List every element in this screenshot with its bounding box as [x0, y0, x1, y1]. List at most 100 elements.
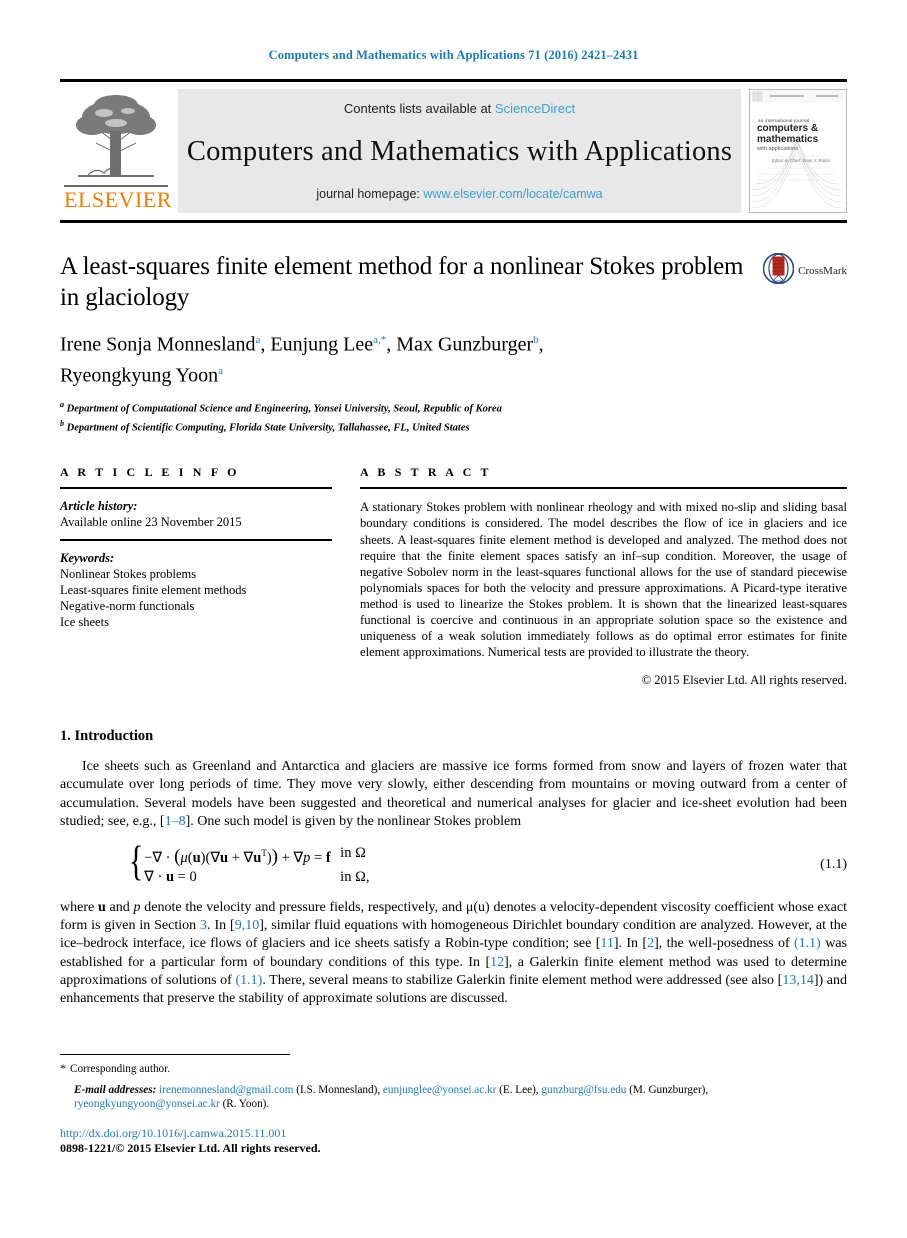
citation-9-10[interactable]: 9,10 [235, 918, 260, 933]
email-name-yoon: (R. Yoon). [222, 1098, 270, 1111]
author-4: Ryeongkyung Yoon [60, 364, 219, 387]
doi-line: http://dx.doi.org/10.1016/j.camwa.2015.1… [60, 1126, 847, 1141]
elsevier-tree-icon [64, 91, 168, 179]
running-head: Computers and Mathematics with Applicati… [268, 48, 639, 62]
affiliation-b-marker: b [60, 418, 64, 428]
abstract-column: A B S T R A C T A stationary Stokes prob… [360, 465, 847, 688]
equation-1-1-row: { −∇ · (μ(u)(∇u + ∇uT)) + ∇p = f in Ω ∇ … [60, 839, 847, 887]
crossmark-icon [762, 252, 795, 289]
symbol-p: p [133, 899, 141, 915]
crossmark-label: CrossMark [798, 265, 847, 277]
author-1-affil-marker: a [255, 334, 261, 346]
corresponding-author-text: Corresponding author. [70, 1063, 171, 1076]
keyword-item: Least-squares finite element methods [60, 583, 247, 598]
corresponding-author-note: * Corresponding author. [60, 1061, 847, 1077]
equation-transpose-sup: T [261, 848, 267, 859]
intro-p2-part-l: . There, several means to stabilize Gale… [262, 972, 783, 988]
keywords-label: Keywords: [60, 551, 115, 566]
email-name-monnesland: (I.S. Monnesland), [296, 1083, 381, 1096]
asterisk-marker: * [60, 1061, 66, 1076]
link-section-3[interactable]: 3 [200, 918, 207, 933]
affiliation-list: a Department of Computational Science an… [60, 398, 847, 435]
article-info-column: A R T I C L E I N F O Article history: A… [60, 465, 332, 688]
footnote-rule [60, 1054, 290, 1056]
equation-line-1-lhs: −∇ · (μ(u)(∇u + ∇uT)) + ∇p = f [144, 845, 331, 867]
homepage-prefix: journal homepage: [316, 187, 424, 201]
email-link-lee[interactable]: eunjunglee@yonsei.ac.kr [383, 1084, 496, 1096]
journal-masthead: ELSEVIER Contents lists available at Sci… [60, 79, 847, 223]
email-name-gunzburger: (M. Gunzburger), [629, 1083, 709, 1096]
affiliation-a-marker: a [60, 400, 64, 410]
author-2-affil-marker[interactable]: a,* [373, 334, 386, 346]
citation-12[interactable]: 12 [490, 955, 504, 970]
article-history-block: Article history: Available online 23 Nov… [60, 489, 332, 539]
email-link-yoon[interactable]: ryeongkyungyoon@yonsei.ac.kr [74, 1098, 220, 1110]
contents-prefix: Contents lists available at [343, 101, 495, 116]
abstract-heading: A B S T R A C T [360, 465, 492, 480]
doi-block: http://dx.doi.org/10.1016/j.camwa.2015.1… [60, 1126, 847, 1156]
elsevier-wordmark: ELSEVIER [64, 185, 172, 212]
author-2: Eunjung Lee [270, 333, 374, 356]
sciencedirect-link[interactable]: ScienceDirect [495, 101, 575, 116]
article-history-label: Article history: [60, 499, 138, 514]
journal-cover-thumbnail: an international journal computers & mat… [749, 89, 847, 213]
author-4-affil-marker: a [218, 364, 224, 377]
introduction-paragraph-2: where u and p denote the velocity and pr… [60, 899, 847, 1008]
link-equation-1-1-second[interactable]: (1.1) [235, 973, 262, 988]
article-info-heading: A R T I C L E I N F O [60, 465, 240, 480]
issn-copyright-line: 0898-1221/© 2015 Elsevier Ltd. All right… [60, 1140, 321, 1155]
email-link-gunzburger[interactable]: gunzburg@fsu.edu [541, 1084, 626, 1096]
author-3-affil-marker: b [533, 334, 539, 346]
cover-line-2-text: computers & [757, 123, 819, 134]
email-name-lee: (E. Lee), [499, 1083, 539, 1096]
citation-13-14[interactable]: 13,14 [782, 973, 814, 988]
article-page: Computers and Mathematics with Applicati… [0, 0, 907, 1238]
link-equation-1-1-first[interactable]: (1.1) [794, 936, 821, 951]
equation-line-1: −∇ · (μ(u)(∇u + ∇uT)) + ∇p = f in Ω [144, 844, 369, 868]
doi-link[interactable]: http://dx.doi.org/10.1016/j.camwa.2015.1… [60, 1126, 286, 1140]
equation-line-2-domain: in Ω, [340, 868, 370, 885]
journal-homepage-link[interactable]: www.elsevier.com/locate/camwa [423, 187, 602, 201]
journal-homepage-line: journal homepage: www.elsevier.com/locat… [316, 187, 602, 201]
journal-name: Computers and Mathematics with Applicati… [186, 135, 733, 167]
equation-line-1-domain: in Ω [340, 845, 366, 862]
article-title: A least-squares finite element method fo… [60, 253, 744, 311]
crossmark-badge[interactable]: CrossMark [762, 252, 847, 289]
author-1: Irene Sonja Monnesland [60, 333, 256, 356]
keyword-item: Nonlinear Stokes problems [60, 567, 197, 582]
info-abstract-section: A R T I C L E I N F O Article history: A… [60, 465, 847, 688]
cover-line-2: computers & mathematics [757, 123, 819, 145]
affiliation-b: b Department of Scientific Computing, Fl… [60, 417, 847, 436]
keywords-block: Keywords: Nonlinear Stokes problems Leas… [60, 541, 332, 639]
contents-available-line: Contents lists available at ScienceDirec… [344, 101, 575, 116]
introduction-section: 1. Introduction Ice sheets such as Green… [60, 728, 847, 1008]
intro-p1-part-b: ]. One such model is given by the nonlin… [185, 813, 522, 829]
email-addresses-note: E-mail addresses: irenemonnesland@gmail.… [60, 1083, 847, 1112]
affiliation-b-text: Department of Scientific Computing, Flor… [66, 422, 470, 434]
citation-11[interactable]: 11 [600, 936, 613, 951]
author-3: Max Gunzburger [396, 333, 534, 356]
introduction-paragraph-1: Ice sheets such as Greenland and Antarct… [60, 759, 847, 829]
abstract-text: A stationary Stokes problem with nonline… [360, 500, 847, 660]
abstract-copyright: © 2015 Elsevier Ltd. All rights reserved… [641, 673, 847, 688]
intro-p2-part-i: ], the well-posedness of [654, 936, 795, 952]
equation-line-2: ∇ · u = 0 in Ω, [144, 868, 369, 887]
equation-line-2-lhs: ∇ · u = 0 [144, 868, 197, 885]
keyword-item: Negative-norm functionals [60, 599, 195, 614]
email-label: E-mail addresses: [74, 1083, 157, 1096]
email-link-monnesland[interactable]: irenemonnesland@gmail.com [159, 1084, 293, 1096]
intro-p2-part-a: where [60, 899, 98, 915]
equation-1-1: { −∇ · (μ(u)(∇u + ∇uT)) + ∇p = f in Ω ∇ … [60, 839, 810, 887]
intro-p2-part-h: ]. In [ [613, 936, 648, 952]
equation-brace: { [128, 839, 144, 886]
elsevier-logo: ELSEVIER [60, 89, 172, 213]
equation-number: (1.1) [820, 857, 847, 873]
affiliation-a: a Department of Computational Science an… [60, 398, 847, 417]
citation-1-8[interactable]: 1–8 [165, 814, 186, 829]
cover-line-3-text: mathematics [757, 133, 819, 145]
introduction-heading: 1. Introduction [60, 728, 154, 745]
intro-p2-part-f: . In [ [207, 918, 235, 934]
intro-p2-part-c: and [105, 899, 134, 915]
symbol-u: u [97, 899, 106, 915]
equation-lines: −∇ · (μ(u)(∇u + ∇uT)) + ∇p = f in Ω ∇ · … [144, 844, 369, 887]
